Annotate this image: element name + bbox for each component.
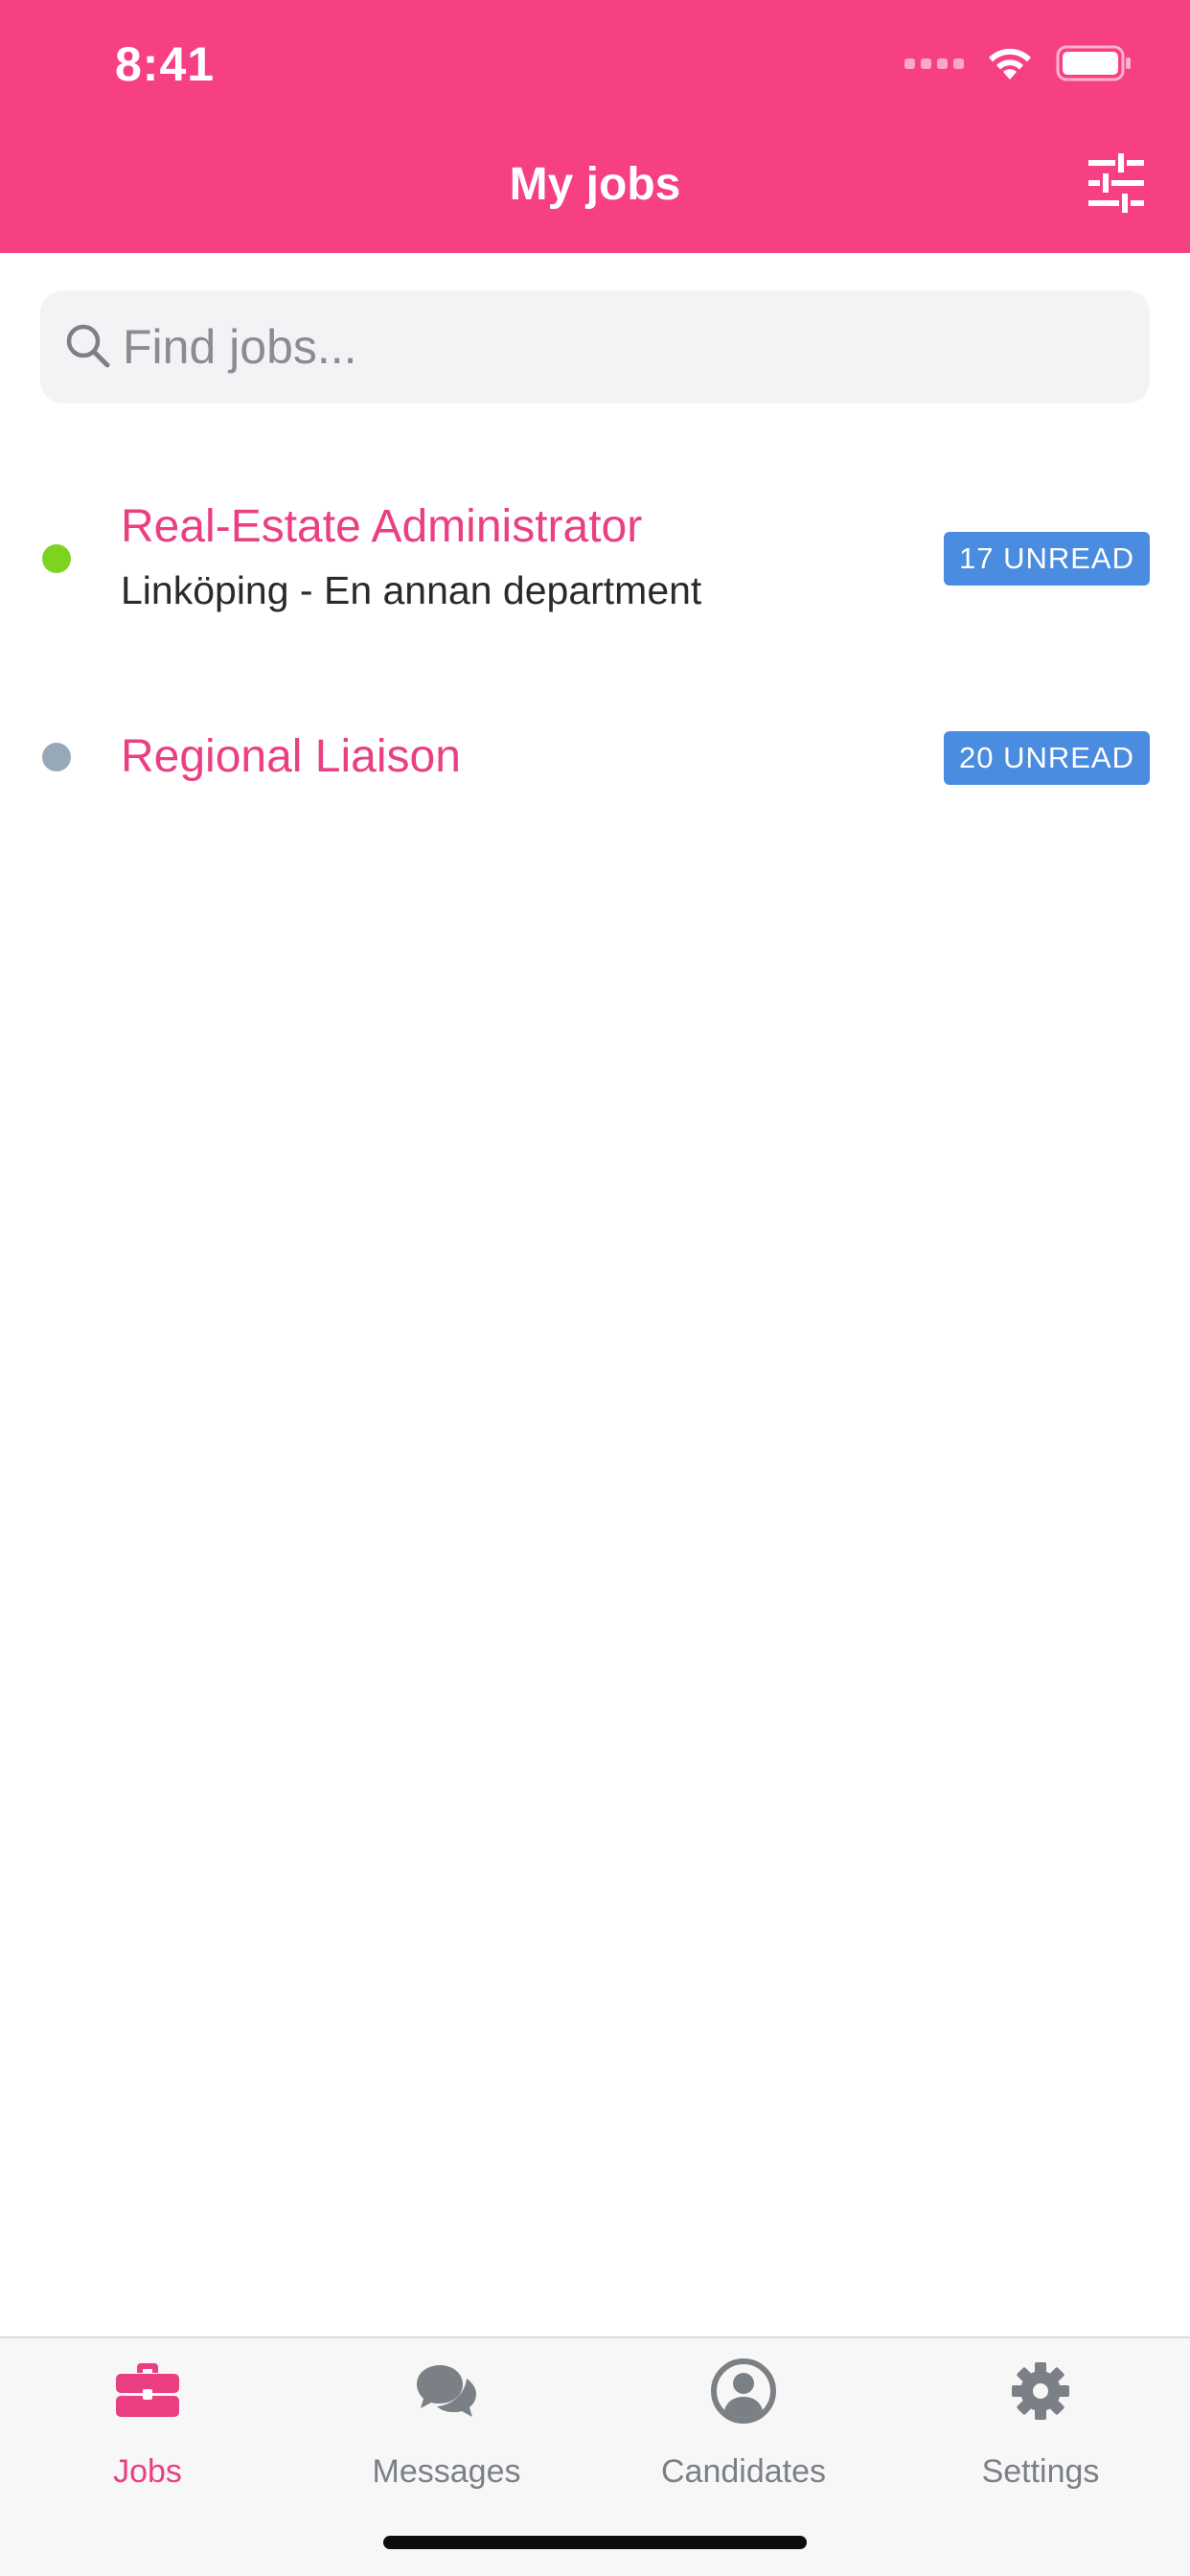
status-icons: [904, 42, 1133, 84]
job-status-dot: [42, 743, 71, 771]
sliders-icon: [1088, 153, 1144, 213]
gear-icon: [1012, 2362, 1069, 2420]
tab-label: Messages: [372, 2453, 521, 2490]
job-title: Real-Estate Administrator: [121, 501, 643, 552]
briefcase-icon: [116, 2363, 179, 2417]
search-bar[interactable]: [40, 290, 1150, 403]
tab-candidates[interactable]: Candidates: [619, 2358, 868, 2501]
job-location: Linköping - En annan department: [121, 568, 702, 612]
chat-bubbles-icon: [417, 2365, 476, 2417]
job-title: Regional Liaison: [121, 731, 461, 782]
user-circle-icon: [711, 2358, 776, 2424]
unread-badge: 17 UNREAD: [944, 532, 1150, 586]
tab-label: Candidates: [660, 2453, 826, 2490]
tab-messages[interactable]: Messages: [322, 2358, 571, 2501]
page-title: My jobs: [509, 159, 681, 210]
search-input[interactable]: [123, 313, 1119, 380]
status-time: 8:41: [115, 37, 216, 91]
job-status-dot: [42, 544, 71, 573]
screen: 8:41 My jobs Find jobs... Real-Estate Ad…: [0, 0, 1190, 2576]
wifi-icon: [989, 48, 1031, 80]
tab-label: Jobs: [113, 2453, 182, 2490]
cellular-signal-icon: [904, 58, 964, 69]
tab-settings[interactable]: Settings: [916, 2358, 1165, 2501]
job-list-item[interactable]: Real-Estate Administrator Linköping - En…: [0, 479, 1190, 642]
home-indicator: [383, 2536, 807, 2549]
tab-label: Settings: [981, 2453, 1100, 2490]
search-icon: [66, 324, 110, 368]
tab-jobs[interactable]: Jobs: [23, 2358, 272, 2501]
job-list-item[interactable]: Regional Liaison 20 UNREAD: [0, 709, 1190, 805]
filter-button[interactable]: [1085, 151, 1148, 215]
battery-icon: [1056, 45, 1131, 81]
unread-badge: 20 UNREAD: [944, 731, 1150, 785]
header: 8:41 My jobs: [0, 0, 1190, 253]
